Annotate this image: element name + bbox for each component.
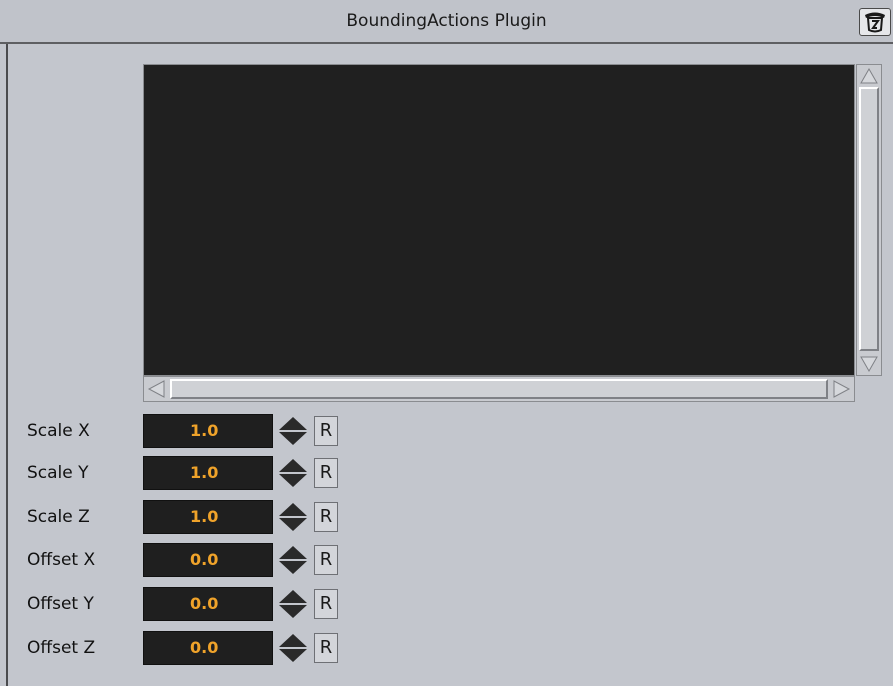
- increment-arrow-icon[interactable]: [275, 545, 311, 560]
- panel-title: BoundingActions Plugin: [346, 11, 547, 31]
- scale-x-spinner[interactable]: [275, 416, 311, 446]
- scroll-down-arrow-icon[interactable]: [859, 354, 879, 374]
- decrement-arrow-icon[interactable]: [275, 473, 311, 488]
- offset-x-spinner[interactable]: [275, 545, 311, 575]
- increment-arrow-icon[interactable]: [275, 458, 311, 473]
- param-row-offset-y: Offset Y 0.0 R: [0, 587, 893, 621]
- offset-z-reset-button[interactable]: R: [314, 633, 338, 663]
- vertical-scrollbar[interactable]: [856, 64, 882, 376]
- preview-area[interactable]: [143, 64, 855, 376]
- param-row-offset-x: Offset X 0.0 R: [0, 543, 893, 577]
- param-label: Offset Y: [27, 594, 94, 614]
- vertical-scroll-thumb[interactable]: [859, 87, 879, 351]
- scale-z-field[interactable]: 1.0: [143, 500, 273, 534]
- param-label: Offset Z: [27, 638, 96, 658]
- scale-x-field[interactable]: 1.0: [143, 414, 273, 448]
- decrement-arrow-icon[interactable]: [275, 604, 311, 619]
- offset-z-spinner[interactable]: [275, 633, 311, 663]
- decrement-arrow-icon[interactable]: [275, 431, 311, 446]
- param-label: Scale Z: [27, 507, 90, 527]
- decrement-arrow-icon[interactable]: [275, 517, 311, 532]
- param-label: Scale Y: [27, 463, 89, 483]
- param-row-offset-z: Offset Z 0.0 R: [0, 631, 893, 665]
- horizontal-scroll-thumb[interactable]: [170, 379, 828, 399]
- bounding-actions-plugin-panel: BoundingActions Plugin Scale X 1.0 R Sca…: [0, 0, 893, 686]
- title-bar: BoundingActions Plugin: [0, 0, 893, 44]
- scale-x-reset-button[interactable]: R: [314, 416, 338, 446]
- decrement-arrow-icon[interactable]: [275, 648, 311, 663]
- scale-y-reset-button[interactable]: R: [314, 458, 338, 488]
- offset-z-field[interactable]: 0.0: [143, 631, 273, 665]
- increment-arrow-icon[interactable]: [275, 633, 311, 648]
- offset-y-reset-button[interactable]: R: [314, 589, 338, 619]
- scroll-right-arrow-icon[interactable]: [830, 379, 852, 399]
- offset-x-reset-button[interactable]: R: [314, 545, 338, 575]
- scale-y-spinner[interactable]: [275, 458, 311, 488]
- increment-arrow-icon[interactable]: [275, 589, 311, 604]
- increment-arrow-icon[interactable]: [275, 416, 311, 431]
- param-label: Scale X: [27, 421, 90, 441]
- scale-z-spinner[interactable]: [275, 502, 311, 532]
- scale-y-field[interactable]: 1.0: [143, 456, 273, 490]
- increment-arrow-icon[interactable]: [275, 502, 311, 517]
- decrement-arrow-icon[interactable]: [275, 560, 311, 575]
- scroll-up-arrow-icon[interactable]: [859, 66, 879, 86]
- param-row-scale-x: Scale X 1.0 R: [0, 414, 893, 448]
- scroll-left-arrow-icon[interactable]: [146, 379, 168, 399]
- offset-y-field[interactable]: 0.0: [143, 587, 273, 621]
- offset-y-spinner[interactable]: [275, 589, 311, 619]
- param-row-scale-z: Scale Z 1.0 R: [0, 500, 893, 534]
- scale-z-reset-button[interactable]: R: [314, 502, 338, 532]
- param-row-scale-y: Scale Y 1.0 R: [0, 456, 893, 490]
- offset-x-field[interactable]: 0.0: [143, 543, 273, 577]
- param-label: Offset X: [27, 550, 96, 570]
- horizontal-scrollbar[interactable]: [143, 376, 855, 402]
- plugin-info-icon[interactable]: [859, 8, 891, 36]
